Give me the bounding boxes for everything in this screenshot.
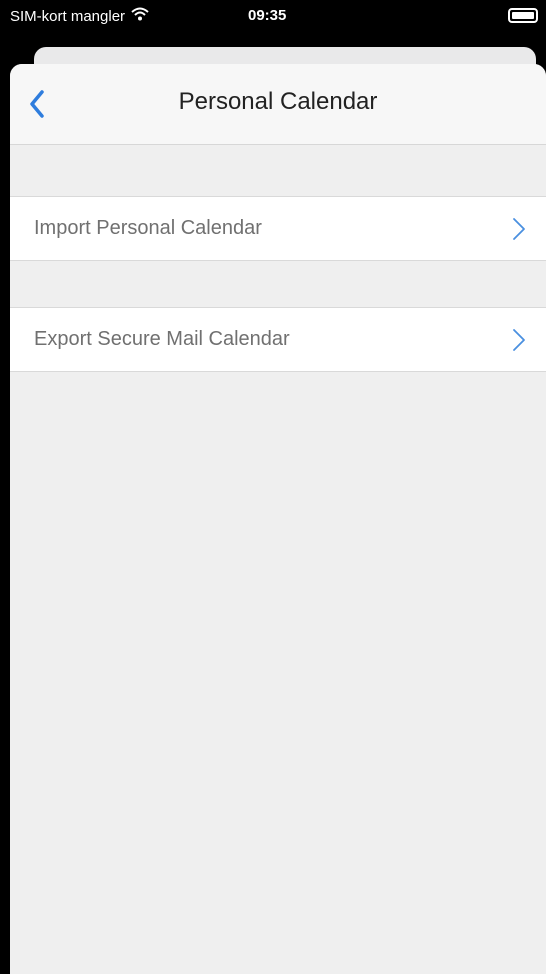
export-secure-mail-calendar-row[interactable]: Export Secure Mail Calendar <box>10 307 546 372</box>
chevron-right-icon <box>513 329 525 351</box>
wifi-icon <box>131 7 149 25</box>
carrier-group: SIM-kort mangler <box>10 7 149 25</box>
chevron-right-icon <box>513 218 525 240</box>
page-title: Personal Calendar <box>178 88 378 115</box>
row-label: Import Personal Calendar <box>34 217 262 239</box>
battery-icon <box>508 8 538 23</box>
row-label: Export Secure Mail Calendar <box>34 328 290 350</box>
import-personal-calendar-row[interactable]: Import Personal Calendar <box>10 196 546 261</box>
modal-sheet: Personal Calendar Import Personal Calend… <box>10 64 546 974</box>
carrier-label: SIM-kort mangler <box>10 7 126 25</box>
status-time: 09:35 <box>248 7 287 24</box>
navigation-bar: Personal Calendar <box>10 64 546 145</box>
status-bar: SIM-kort mangler 09:35 <box>0 0 546 36</box>
